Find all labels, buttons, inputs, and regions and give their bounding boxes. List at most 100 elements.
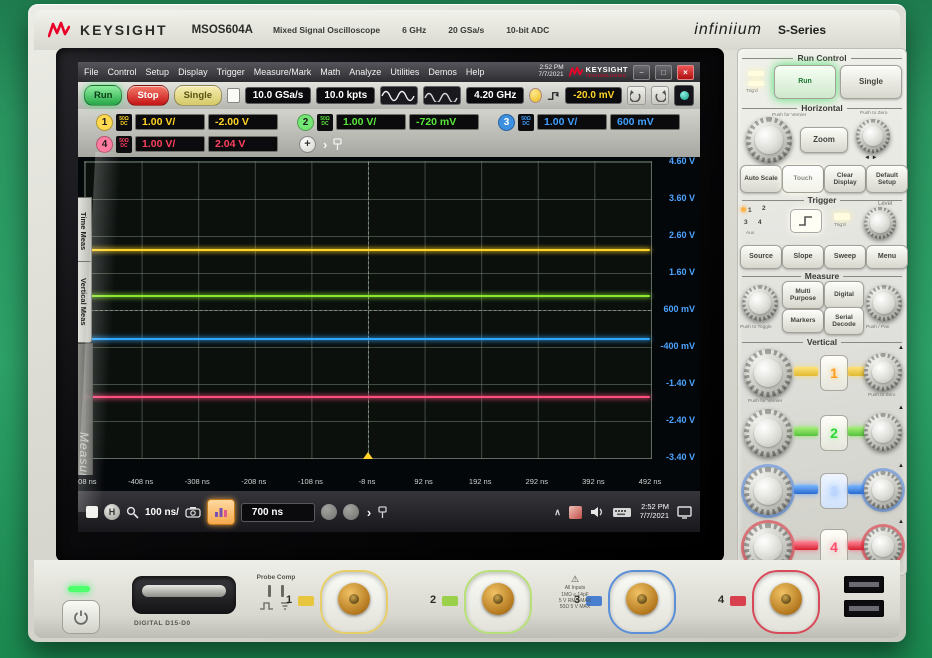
menu-item-help[interactable]: Help xyxy=(466,67,485,77)
monitor-icon[interactable] xyxy=(677,506,692,519)
menu-item-file[interactable]: File xyxy=(84,67,99,77)
channel-3-badge[interactable]: 3 xyxy=(498,114,515,131)
camera-icon[interactable] xyxy=(185,506,201,518)
redo-button[interactable] xyxy=(651,86,669,105)
tray-app-icon[interactable] xyxy=(569,506,582,519)
run-button[interactable]: Run xyxy=(84,85,122,106)
keyboard-icon[interactable] xyxy=(612,506,632,518)
tab-time-measurements[interactable]: Time Meas xyxy=(78,197,92,265)
menu-item-analyze[interactable]: Analyze xyxy=(349,67,381,77)
usb-port-top[interactable] xyxy=(844,576,884,593)
trigger-source-icon[interactable] xyxy=(529,88,542,103)
tab-vertical-measurements[interactable]: Vertical Meas xyxy=(78,261,92,343)
touch-button[interactable]: Touch xyxy=(782,165,824,193)
channel-1-scale[interactable]: 1.00 V/ xyxy=(135,114,205,130)
taskbar-clock[interactable]: 2:52 PM 7/7/2021 xyxy=(640,503,669,520)
sample-rate-readout[interactable]: 10.0 GSa/s xyxy=(245,87,312,104)
timebase-readout[interactable]: 100 ns/ xyxy=(145,507,179,518)
trigger-source-button[interactable]: Source xyxy=(740,245,782,269)
undo-button[interactable] xyxy=(627,86,645,105)
power-button[interactable] xyxy=(62,600,100,634)
trigger-time-marker[interactable] xyxy=(363,452,373,459)
status-circle-icon-2[interactable] xyxy=(343,504,359,520)
close-button[interactable]: × xyxy=(677,65,694,80)
channel-3-offset[interactable]: 600 mV xyxy=(610,114,680,130)
menu-item-setup[interactable]: Setup xyxy=(146,67,170,77)
graticule-grid[interactable] xyxy=(84,161,652,459)
channel-2-badge[interactable]: 2 xyxy=(297,114,314,131)
trigger-menu-button[interactable]: Menu xyxy=(866,245,908,269)
menu-item-display[interactable]: Display xyxy=(178,67,208,77)
channel-4-offset[interactable]: 2.04 V xyxy=(208,136,278,152)
pin-icon[interactable] xyxy=(377,506,388,519)
pin-icon[interactable] xyxy=(332,138,343,151)
channel-2-scale-knob[interactable] xyxy=(744,409,792,457)
taskbar-chevron-icon[interactable]: › xyxy=(367,505,371,520)
channel-3-offset-knob[interactable] xyxy=(864,471,902,509)
run-stop-button[interactable]: Run xyxy=(774,65,836,99)
expand-chevron-icon[interactable]: › xyxy=(323,137,327,152)
add-waveform-button[interactable]: + xyxy=(299,136,316,153)
channel-2-trace[interactable] xyxy=(86,295,650,297)
tray-expand-icon[interactable]: ∧ xyxy=(554,507,561,518)
channel-2-coupling[interactable]: 50ΩDC xyxy=(317,114,333,131)
horizontal-position-knob[interactable] xyxy=(856,119,890,153)
stop-button[interactable]: Stop xyxy=(127,85,168,106)
channel-3-on-button[interactable]: 3 xyxy=(820,473,848,509)
menu-item-math[interactable]: Math xyxy=(320,67,340,77)
trigger-sweep-button[interactable]: Sweep xyxy=(824,245,866,269)
channel-4-trace[interactable] xyxy=(86,396,650,398)
channel-4-coupling[interactable]: 50ΩDC xyxy=(116,136,132,153)
rising-edge-icon[interactable] xyxy=(547,89,560,103)
bandwidth-readout[interactable]: 4.20 GHz xyxy=(466,87,524,104)
clear-display-button[interactable]: Clear Display xyxy=(824,165,866,193)
channel-1-on-button[interactable]: 1 xyxy=(820,355,848,391)
memory-depth-readout[interactable]: 10.0 kpts xyxy=(316,87,375,104)
zoom-button[interactable]: Zoom xyxy=(800,127,848,153)
channel-4-badge[interactable]: 4 xyxy=(96,136,113,153)
channel-4-scale[interactable]: 1.00 V/ xyxy=(135,136,205,152)
histogram-tool-button[interactable] xyxy=(207,499,235,525)
digital-input-connector[interactable] xyxy=(132,576,236,614)
channel-3-coupling[interactable]: 50ΩDC xyxy=(518,114,534,131)
single-button[interactable]: Single xyxy=(174,85,223,106)
channel-1-trace[interactable] xyxy=(86,249,650,251)
channel-2-offset[interactable]: -720 mV xyxy=(409,114,479,130)
multi-purpose-button[interactable]: Multi Purpose xyxy=(782,281,824,309)
channel-1-badge[interactable]: 1 xyxy=(96,114,113,131)
serial-decode-button[interactable]: Serial Decode xyxy=(824,307,864,335)
channel-1-offset-knob[interactable] xyxy=(864,353,902,391)
measure-left-knob[interactable] xyxy=(742,285,778,321)
autoscale-button[interactable]: Auto Scale xyxy=(740,165,782,193)
waveform-style-button-2[interactable] xyxy=(423,86,461,105)
channel-3-scale-knob[interactable] xyxy=(744,467,792,515)
digital-button[interactable]: Digital xyxy=(824,281,864,309)
menu-item-utilities[interactable]: Utilities xyxy=(390,67,419,77)
maximize-button[interactable]: □ xyxy=(655,65,672,80)
channel-3-trace[interactable] xyxy=(86,338,650,340)
marker-box-icon[interactable] xyxy=(227,88,240,103)
app-square-icon[interactable] xyxy=(86,506,98,518)
acquisition-range-readout[interactable]: 700 ns xyxy=(241,503,315,522)
channel-1-offset[interactable]: -2.00 V xyxy=(208,114,278,130)
markers-button[interactable]: Markers xyxy=(782,309,824,333)
channel-3-scale[interactable]: 1.00 V/ xyxy=(537,114,607,130)
waveform-style-button[interactable] xyxy=(380,86,418,105)
menu-item-measure-mark[interactable]: Measure/Mark xyxy=(254,67,312,77)
trigger-slope-menu-button[interactable]: Slope xyxy=(782,245,824,269)
single-button-panel[interactable]: Single xyxy=(840,65,902,99)
horizontal-scale-knob[interactable] xyxy=(746,117,792,163)
menu-item-demos[interactable]: Demos xyxy=(428,67,457,77)
speaker-icon[interactable] xyxy=(590,506,604,518)
channel-2-offset-knob[interactable] xyxy=(864,413,902,451)
default-setup-button[interactable]: Default Setup xyxy=(866,165,908,193)
channel-1-coupling[interactable]: 50ΩDC xyxy=(116,114,132,131)
minimize-button[interactable]: − xyxy=(633,65,650,80)
usb-port-bottom[interactable] xyxy=(844,600,884,617)
channel-2-on-button[interactable]: 2 xyxy=(820,415,848,451)
menu-item-trigger[interactable]: Trigger xyxy=(217,67,245,77)
status-circle-icon[interactable] xyxy=(321,504,337,520)
trigger-slope-button[interactable] xyxy=(790,209,822,233)
touch-toggle-button[interactable] xyxy=(674,85,694,106)
measure-right-knob[interactable] xyxy=(866,285,902,321)
